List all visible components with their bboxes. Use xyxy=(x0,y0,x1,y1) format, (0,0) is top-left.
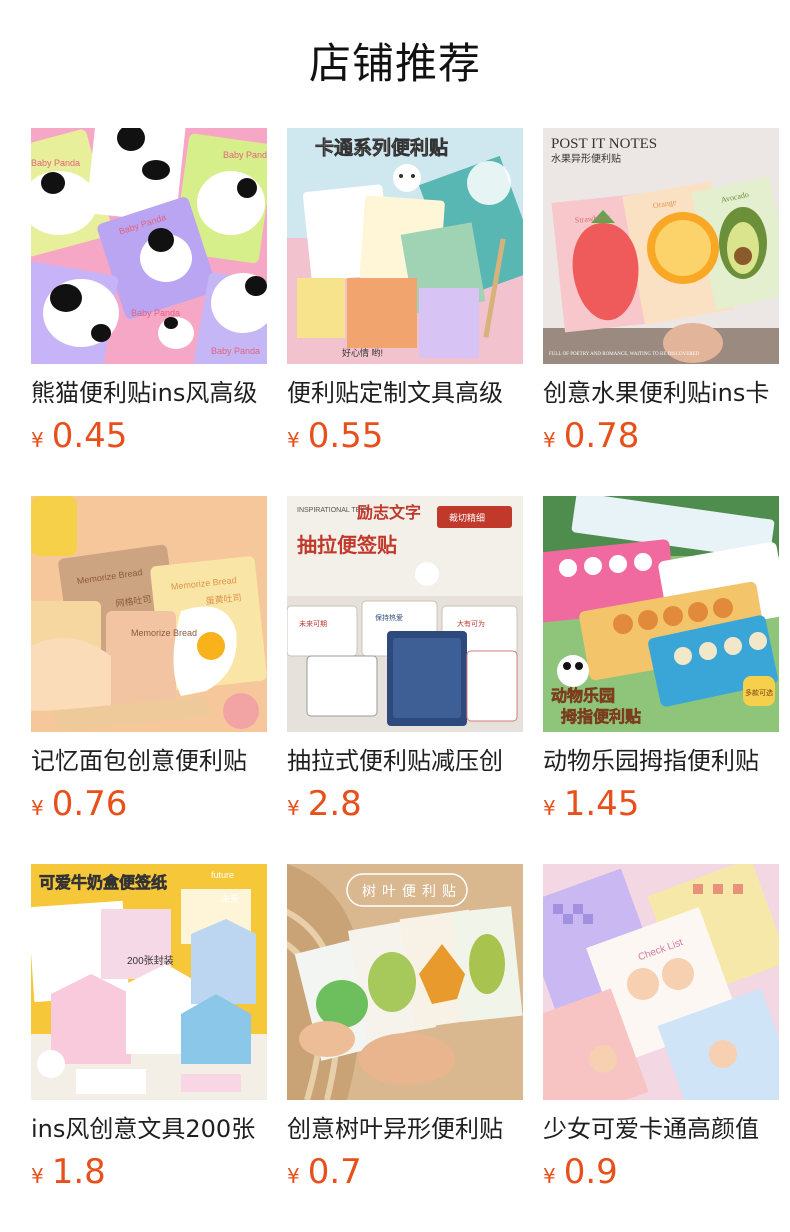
product-title[interactable]: 动物乐园拇指便利贴 xyxy=(543,744,779,778)
page-title: 店铺推荐 xyxy=(308,39,481,88)
image-label: 大有可为 xyxy=(457,619,485,628)
image-label: 未来 xyxy=(221,893,239,904)
product-card[interactable]: Check List 少女可爱卡通高颜值 ¥0.9 xyxy=(543,864,779,1204)
price-value: 1.45 xyxy=(563,784,640,824)
product-title[interactable]: 记忆面包创意便利贴 xyxy=(31,744,267,778)
image-label: 好心情 哟! xyxy=(342,347,383,358)
product-title[interactable]: 熊猫便利贴ins风高级 xyxy=(31,376,267,410)
image-label: Baby Panda xyxy=(131,308,180,318)
price-value: 0.45 xyxy=(51,416,128,456)
product-price: ¥1.8 xyxy=(31,1150,106,1194)
image-label: future xyxy=(211,870,234,880)
price-value: 0.76 xyxy=(51,784,128,824)
image-label: Baby Panda xyxy=(211,346,260,356)
product-title[interactable]: 便利贴定制文具高级 xyxy=(287,376,523,410)
image-label: Baby Panda xyxy=(223,150,267,160)
price-value: 0.9 xyxy=(563,1152,618,1192)
image-label: 树叶便利贴 xyxy=(362,884,462,900)
price-value: 0.78 xyxy=(563,416,640,456)
product-title[interactable]: 创意水果便利贴ins卡 xyxy=(543,376,779,410)
product-price: ¥1.45 xyxy=(543,782,639,826)
image-label: 可爱牛奶盒便签纸 xyxy=(39,873,167,892)
product-card[interactable]: INSPIRATIONAL TEXT 励志文字 抽拉便签贴 裁切精细 未来可期 … xyxy=(287,496,523,836)
product-title[interactable]: ins风创意文具200张 xyxy=(31,1112,267,1146)
product-card[interactable]: 动物乐园 拇指便利贴 多款可选 动物乐园拇指便利贴 ¥1.45 xyxy=(543,496,779,836)
product-card[interactable]: 卡通系列便利贴 好心情 哟! 便利贴定制文具高级 ¥0.55 xyxy=(287,128,523,468)
product-card[interactable]: 可爱牛奶盒便签纸 future 未来 200张封装 ins风创意文具200张 ¥… xyxy=(31,864,267,1204)
product-price: ¥0.55 xyxy=(287,414,383,458)
product-image[interactable]: 动物乐园 拇指便利贴 多款可选 xyxy=(543,496,779,732)
product-title[interactable]: 少女可爱卡通高颜值 xyxy=(543,1112,779,1146)
product-price: ¥0.9 xyxy=(543,1150,618,1194)
currency-symbol: ¥ xyxy=(287,1164,300,1188)
product-price: ¥2.8 xyxy=(287,782,362,826)
currency-symbol: ¥ xyxy=(31,428,44,452)
price-value: 1.8 xyxy=(51,1152,106,1192)
product-image[interactable]: Check List xyxy=(543,864,779,1100)
image-label: 多款可选 xyxy=(745,688,773,697)
image-label: 200张封装 xyxy=(127,954,174,967)
price-value: 0.7 xyxy=(307,1152,362,1192)
product-title[interactable]: 抽拉式便利贴减压创 xyxy=(287,744,523,778)
currency-symbol: ¥ xyxy=(543,796,556,820)
image-label: 卡通系列便利贴 xyxy=(315,136,448,159)
currency-symbol: ¥ xyxy=(543,1164,556,1188)
image-label: 抽拉便签贴 xyxy=(297,533,397,557)
image-label: 水果异形便利贴 xyxy=(551,152,621,165)
image-label: POST IT NOTES xyxy=(551,136,657,152)
product-card[interactable]: POST IT NOTES 水果异形便利贴 Strawberry Orange … xyxy=(543,128,779,468)
currency-symbol: ¥ xyxy=(287,796,300,820)
product-image[interactable]: Memorize Bread 网格吐司 Memorize Bread Memor… xyxy=(31,496,267,732)
product-image[interactable]: 卡通系列便利贴 好心情 哟! xyxy=(287,128,523,364)
product-image[interactable]: Baby Panda Baby Panda Baby Panda Baby Pa… xyxy=(31,128,267,364)
product-image[interactable]: INSPIRATIONAL TEXT 励志文字 抽拉便签贴 裁切精细 未来可期 … xyxy=(287,496,523,732)
price-value: 0.55 xyxy=(307,416,384,456)
image-label: 动物乐园 xyxy=(551,686,615,705)
product-price: ¥0.76 xyxy=(31,782,127,826)
product-card[interactable]: Memorize Bread 网格吐司 Memorize Bread Memor… xyxy=(31,496,267,836)
image-label: 保持热爱 xyxy=(375,613,403,622)
image-label: 拇指便利贴 xyxy=(561,707,641,726)
image-label: 励志文字 xyxy=(357,503,421,522)
image-label: Baby Panda xyxy=(31,158,80,168)
product-price: ¥0.7 xyxy=(287,1150,362,1194)
currency-symbol: ¥ xyxy=(543,428,556,452)
product-image[interactable]: 可爱牛奶盒便签纸 future 未来 200张封装 xyxy=(31,864,267,1100)
currency-symbol: ¥ xyxy=(31,1164,44,1188)
product-image[interactable]: POST IT NOTES 水果异形便利贴 Strawberry Orange … xyxy=(543,128,779,364)
image-label: Memorize Bread xyxy=(131,628,197,638)
product-card[interactable]: Baby Panda Baby Panda Baby Panda Baby Pa… xyxy=(31,128,267,468)
product-card[interactable]: 树叶便利贴 创意树叶异形便利贴 ¥0.7 xyxy=(287,864,523,1204)
product-image[interactable]: 树叶便利贴 xyxy=(287,864,523,1100)
image-label: 裁切精细 xyxy=(449,512,485,523)
price-value: 2.8 xyxy=(307,784,362,824)
product-price: ¥0.45 xyxy=(31,414,127,458)
image-label: 未来可期 xyxy=(299,619,327,628)
product-price: ¥0.78 xyxy=(543,414,639,458)
product-title[interactable]: 创意树叶异形便利贴 xyxy=(287,1112,523,1146)
currency-symbol: ¥ xyxy=(287,428,300,452)
currency-symbol: ¥ xyxy=(31,796,44,820)
image-label: FULL OF POETRY AND ROMANCE, WAITING TO B… xyxy=(549,352,700,357)
